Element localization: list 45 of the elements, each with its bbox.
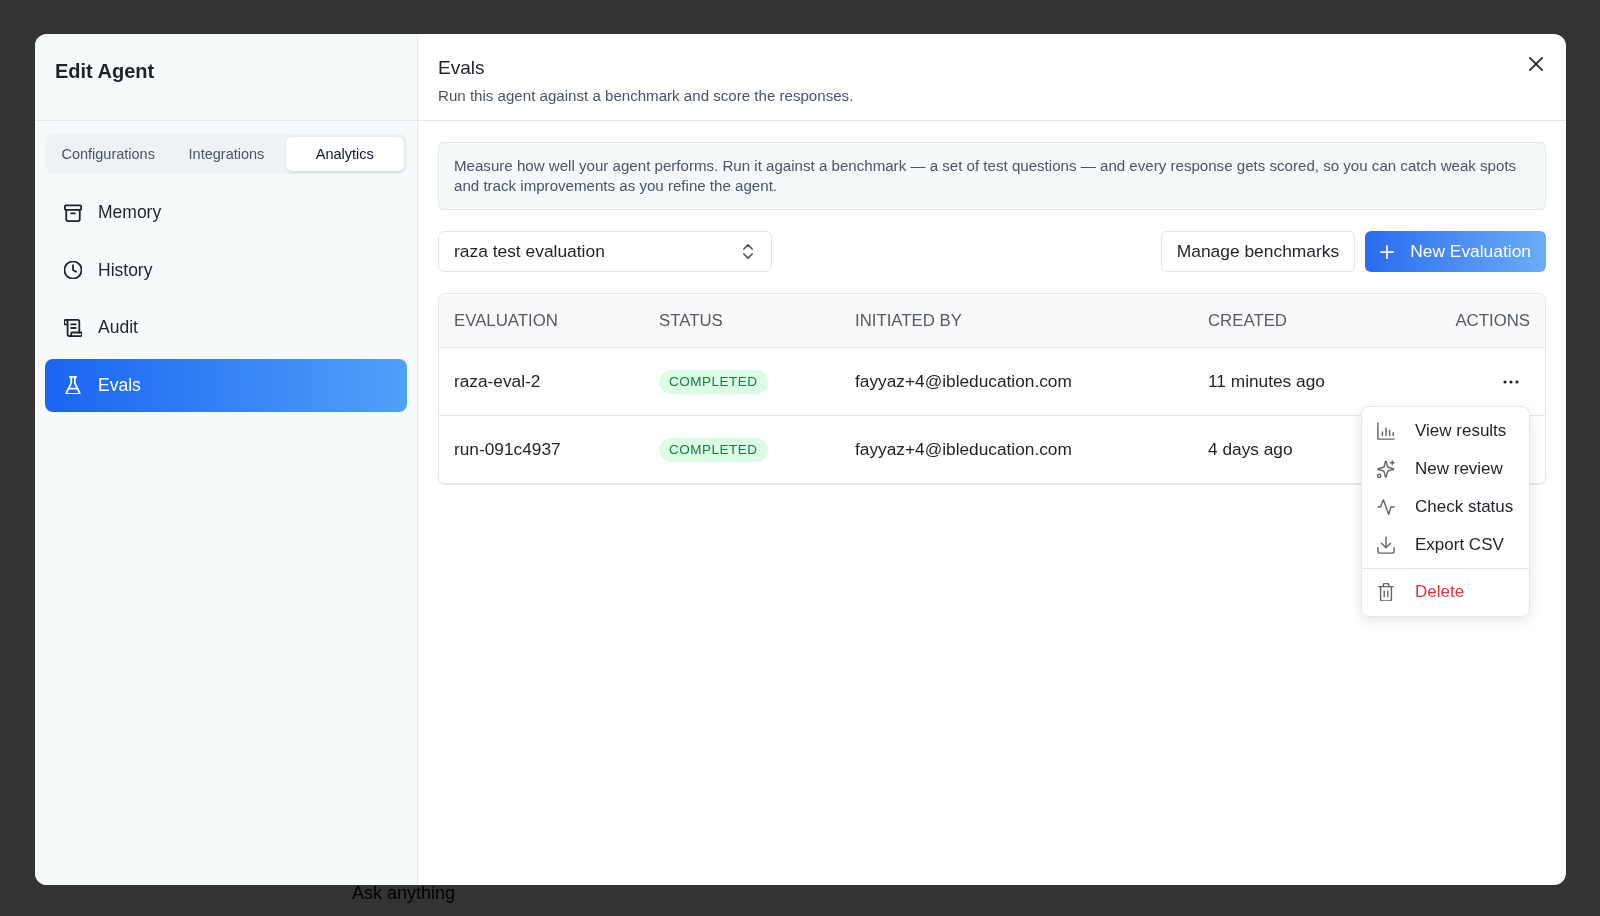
tab[interactable]: Integrations [167, 137, 286, 171]
section-title: Evals [438, 56, 485, 80]
pulse-icon [1377, 498, 1395, 516]
menu-item[interactable]: Delete [1362, 573, 1529, 611]
sidebar-item[interactable]: Evals [45, 358, 407, 412]
flask-icon [64, 376, 82, 394]
menu-item[interactable]: Export CSV [1362, 526, 1529, 564]
trash-icon [1377, 583, 1395, 601]
new-evaluation-button[interactable]: New Evaluation [1365, 231, 1546, 272]
manage-button[interactable]: Manage benchmarks [1160, 231, 1356, 272]
scroll-icon [64, 318, 82, 337]
section-subtitle: Run this agent against a benchmark and score the responses. [438, 86, 854, 106]
tab[interactable]: Analytics [285, 137, 404, 171]
tab[interactable]: Configurations [49, 137, 168, 171]
benchmark-select[interactable]: raza test evaluation [438, 231, 772, 272]
menu-item[interactable]: View results [1362, 412, 1529, 450]
status-badge: COMPLETED [659, 369, 768, 394]
status-badge: COMPLETED [659, 437, 768, 462]
download-icon [1377, 536, 1395, 554]
sidebar-item[interactable]: Memory [45, 186, 407, 239]
plus-icon [1380, 244, 1395, 259]
evaluation-name: raza-eval-2 [454, 371, 541, 392]
chevron-up-down-icon [743, 244, 753, 259]
initiator-email: fayyaz+4@ibleducation.com [855, 439, 1072, 460]
created-time: 11 minutes ago [1208, 371, 1325, 392]
created-time: 4 days ago [1208, 439, 1293, 460]
clock-icon [64, 261, 82, 279]
menu-item[interactable]: New review [1362, 450, 1529, 488]
column-header: CREATED [1208, 310, 1287, 331]
sparkles-icon [1377, 460, 1395, 478]
archive-icon [64, 203, 82, 222]
ellipsis-icon [1503, 379, 1519, 384]
sidebar-item[interactable]: Audit [45, 301, 407, 354]
column-header: STATUS [659, 310, 723, 331]
evaluation-name: run-091c4937 [454, 439, 561, 460]
dialog-title: Edit Agent [55, 59, 155, 84]
close-icon [1529, 57, 1543, 71]
bar-chart-icon [1377, 422, 1395, 440]
column-header: ACTIONS [1455, 310, 1530, 331]
column-header: INITIATED BY [855, 310, 962, 331]
menu-item[interactable]: Check status [1362, 488, 1529, 526]
initiator-email: fayyaz+4@ibleducation.com [855, 371, 1072, 392]
sidebar-item[interactable]: History [45, 243, 407, 297]
column-header: EVALUATION [454, 310, 558, 331]
info-note: Measure how well your agent performs. Run it against a benchmark — a set of test questions — and every response gets scored, so you can catch weak spots and track improvements as you refine the agent. [438, 142, 1546, 210]
